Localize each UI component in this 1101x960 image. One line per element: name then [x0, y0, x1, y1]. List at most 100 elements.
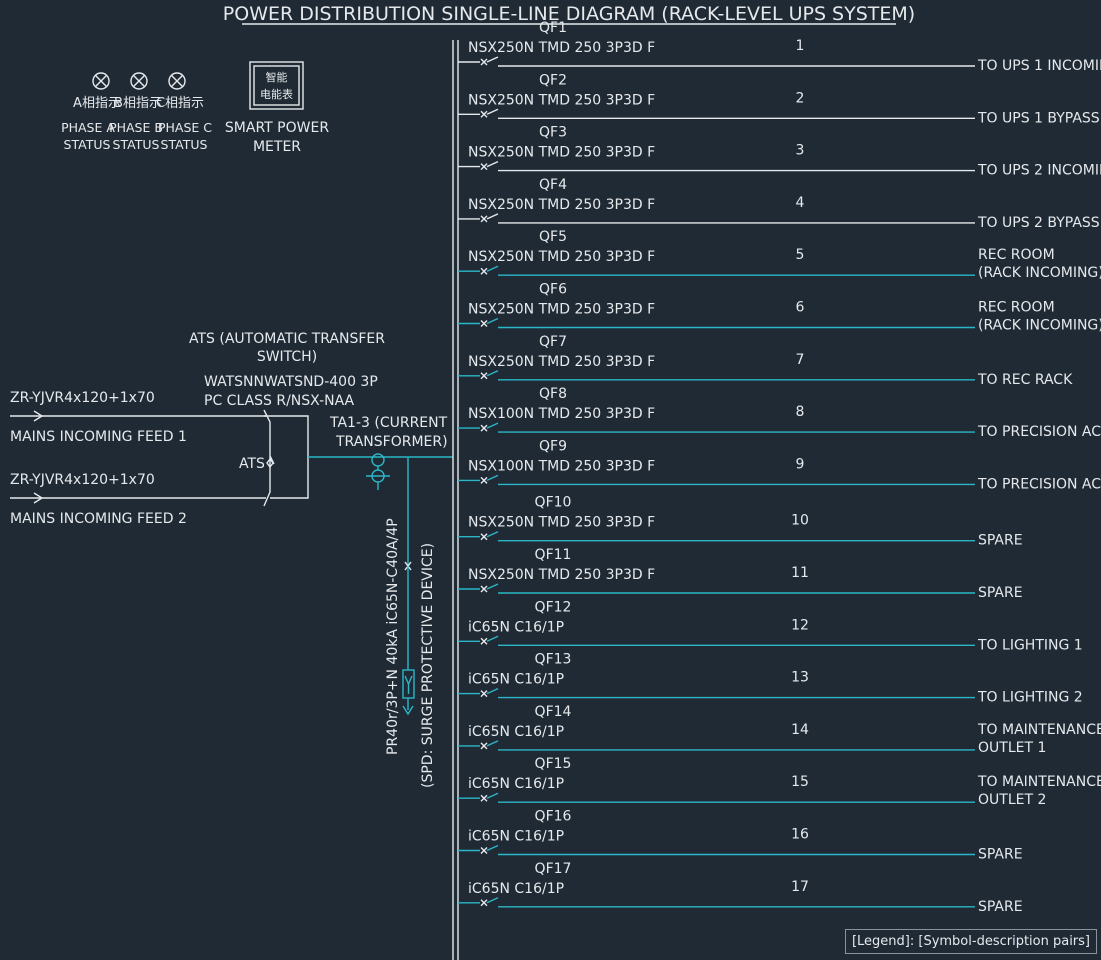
breaker-6-model: NSX250N TMD 250 3P3D F — [468, 302, 655, 318]
breaker-9-blade — [486, 474, 499, 482]
breaker-10-name: QF10 — [535, 495, 572, 511]
breaker-3-destination: TO UPS 2 INCOMING — [977, 163, 1101, 179]
breaker-7-blade — [486, 370, 499, 377]
breaker-11-name: QF11 — [535, 547, 572, 563]
breaker-6-name: QF6 — [539, 282, 567, 298]
breaker-12-destination: TO LIGHTING 1 — [977, 637, 1083, 653]
breaker-13-name: QF13 — [535, 652, 572, 668]
breaker-8-blade — [486, 422, 499, 429]
breaker-7-destination: TO REC RACK — [977, 372, 1073, 388]
phase-b-indicator: B相指示 PHASE B STATUS — [109, 72, 163, 152]
breaker-13-number: 13 — [791, 670, 809, 686]
breaker-13-destination: TO LIGHTING 2 — [977, 690, 1083, 706]
breaker-17-destination: SPARE — [978, 899, 1023, 915]
breaker-15-destination: TO MAINTENANCE — [977, 774, 1101, 790]
breaker-13-model: iC65N C16/1P — [468, 672, 564, 688]
smart-power-meter: 智能 电能表 SMART POWER METER — [225, 61, 329, 155]
phase-a-label: PHASE A — [61, 120, 115, 135]
breaker-9-name: QF9 — [539, 438, 567, 454]
breaker-6-number: 6 — [796, 300, 805, 316]
breaker-14-model: iC65N C16/1P — [468, 724, 564, 740]
meter-icon — [249, 61, 304, 110]
breaker-14-blade — [486, 740, 499, 747]
main-busbar — [452, 40, 459, 960]
breaker-16-blade — [486, 844, 499, 852]
breaker-10-model: NSX250N TMD 250 3P3D F — [468, 515, 655, 531]
breaker-4-number: 4 — [796, 195, 805, 211]
breaker-2-number: 2 — [796, 90, 805, 106]
breaker-11-destination: SPARE — [978, 585, 1023, 601]
ats-title-1: ATS (AUTOMATIC TRANSFER — [189, 331, 385, 347]
legend-text: [Legend]: [Symbol-description pairs] — [851, 934, 1090, 949]
phase-c-label: PHASE C — [158, 120, 212, 135]
breaker-10-number: 10 — [791, 513, 809, 529]
phase-c-indicator: C相指示 PHASE C STATUS — [156, 72, 212, 152]
ats-label: ATS — [239, 456, 265, 472]
feed-1-arrow-icon — [10, 410, 44, 422]
breaker-5-destination-2: (RACK INCOMING) — [978, 265, 1101, 281]
breaker-17-blade — [486, 897, 499, 904]
breaker-9-number: 9 — [796, 456, 805, 472]
phase-c-lamp-icon — [168, 72, 186, 90]
breaker-7-model: NSX250N TMD 250 3P3D F — [468, 354, 655, 370]
breaker-4-blade — [486, 213, 499, 220]
breaker-6-blade — [486, 317, 499, 325]
breaker-11-model: NSX250N TMD 250 3P3D F — [468, 567, 655, 583]
spd-branch — [404, 457, 412, 670]
breaker-4-destination: TO UPS 2 BYPASS — [977, 215, 1100, 231]
breaker-2-destination: TO UPS 1 BYPASS — [977, 110, 1100, 126]
feed-1-label: MAINS INCOMING FEED 1 — [10, 429, 187, 445]
spd-icon — [402, 669, 415, 716]
breaker-16-model: iC65N C16/1P — [468, 829, 564, 845]
feed-2-label: MAINS INCOMING FEED 2 — [10, 511, 187, 527]
breaker-15-name: QF15 — [535, 756, 572, 772]
breaker-11-number: 11 — [791, 565, 809, 581]
spd-model: PR40r/3P+N 40kA iC65N-C40A/4P — [385, 518, 401, 755]
breaker-2-model: NSX250N TMD 250 3P3D F — [468, 92, 655, 108]
ct-label-2: TRANSFORMER) — [335, 434, 448, 450]
breaker-5-number: 5 — [796, 247, 805, 263]
phase-b-lamp-icon — [130, 72, 148, 90]
breaker-17-model: iC65N C16/1P — [468, 881, 564, 897]
breaker-14-destination-2: OUTLET 1 — [978, 740, 1046, 756]
breaker-5-blade — [486, 265, 499, 272]
breaker-4-model: NSX250N TMD 250 3P3D F — [468, 197, 655, 213]
breaker-15-blade — [486, 792, 499, 799]
breaker-14-name: QF14 — [535, 704, 572, 720]
breaker-14-number: 14 — [791, 722, 809, 738]
breaker-6-destination-2: (RACK INCOMING) — [978, 318, 1101, 334]
breaker-12-model: iC65N C16/1P — [468, 619, 564, 635]
phase-b-status: STATUS — [113, 137, 160, 152]
breaker-5-destination: REC ROOM — [978, 247, 1055, 263]
breaker-3-blade — [486, 160, 499, 168]
breaker-15-destination-2: OUTLET 2 — [978, 792, 1046, 808]
breaker-7-name: QF7 — [539, 334, 567, 350]
meter-cn-label-1: 智能 — [266, 70, 288, 84]
current-transformer-icon — [366, 453, 390, 490]
diagram-title: POWER DISTRIBUTION SINGLE-LINE DIAGRAM (… — [223, 3, 915, 25]
breaker-7-number: 7 — [796, 352, 805, 368]
ats-switch-icon — [263, 409, 309, 507]
breaker-1-destination: TO UPS 1 INCOMING — [977, 58, 1101, 74]
breaker-1-model: NSX250N TMD 250 3P3D F — [468, 40, 655, 56]
phase-b-label: PHASE B — [109, 120, 163, 135]
phase-a-status: STATUS — [64, 137, 111, 152]
ats-model-2: PC CLASS R/NSX-NAA — [204, 393, 355, 409]
breaker-11-blade — [486, 583, 499, 590]
breaker-16-number: 16 — [791, 827, 809, 843]
breaker-16-name: QF16 — [535, 809, 572, 825]
breaker-1-blade — [486, 56, 499, 63]
feed-2-cable: ZR-YJVR4x120+1x70 — [10, 472, 155, 488]
breaker-17-name: QF17 — [535, 861, 572, 877]
breaker-15-model: iC65N C16/1P — [468, 776, 564, 792]
breaker-2-blade — [486, 108, 499, 115]
breaker-2-name: QF2 — [539, 72, 567, 88]
breaker-10-blade — [486, 531, 499, 538]
breaker-9-model: NSX100N TMD 250 3P3D F — [468, 458, 655, 474]
meter-cn-label-2: 电能表 — [260, 87, 293, 101]
phase-c-cn-label: C相指示 — [156, 96, 204, 111]
feed-1-cable: ZR-YJVR4x120+1x70 — [10, 390, 155, 406]
breaker-14-destination: TO MAINTENANCE — [977, 722, 1101, 738]
breaker-15-number: 15 — [791, 774, 809, 790]
spd-label: (SPD: SURGE PROTECTIVE DEVICE) — [420, 543, 436, 788]
